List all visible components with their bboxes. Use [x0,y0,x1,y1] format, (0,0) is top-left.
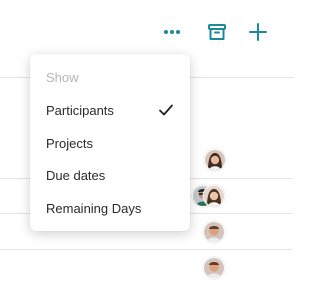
more-horizontal-icon [164,30,180,34]
archive-box-icon [208,24,226,40]
checkmark-icon [159,104,173,116]
menu-item-projects[interactable]: Projects [30,129,190,157]
menu-item-label: Remaining Days [46,200,142,216]
plus-icon [249,23,267,41]
menu-item-due-dates[interactable]: Due dates [30,161,190,189]
user-avatar-icon[interactable] [203,257,225,279]
more-options-button[interactable] [158,18,186,46]
menu-item-label: Participants [46,102,114,118]
row-divider [0,249,292,250]
show-options-menu: Show Participants Projects Due dates Rem… [30,54,190,231]
menu-item-label: Due dates [46,167,106,183]
menu-item-label: Projects [46,135,93,151]
menu-header: Show [46,70,79,85]
add-button[interactable] [244,18,272,46]
user-avatar-icon[interactable] [203,185,225,207]
menu-item-remaining-days[interactable]: Remaining Days [30,194,190,222]
user-avatar-icon[interactable] [204,149,226,171]
user-avatar-icon[interactable] [203,221,225,243]
menu-item-participants[interactable]: Participants [30,96,190,124]
archive-button[interactable] [203,18,231,46]
